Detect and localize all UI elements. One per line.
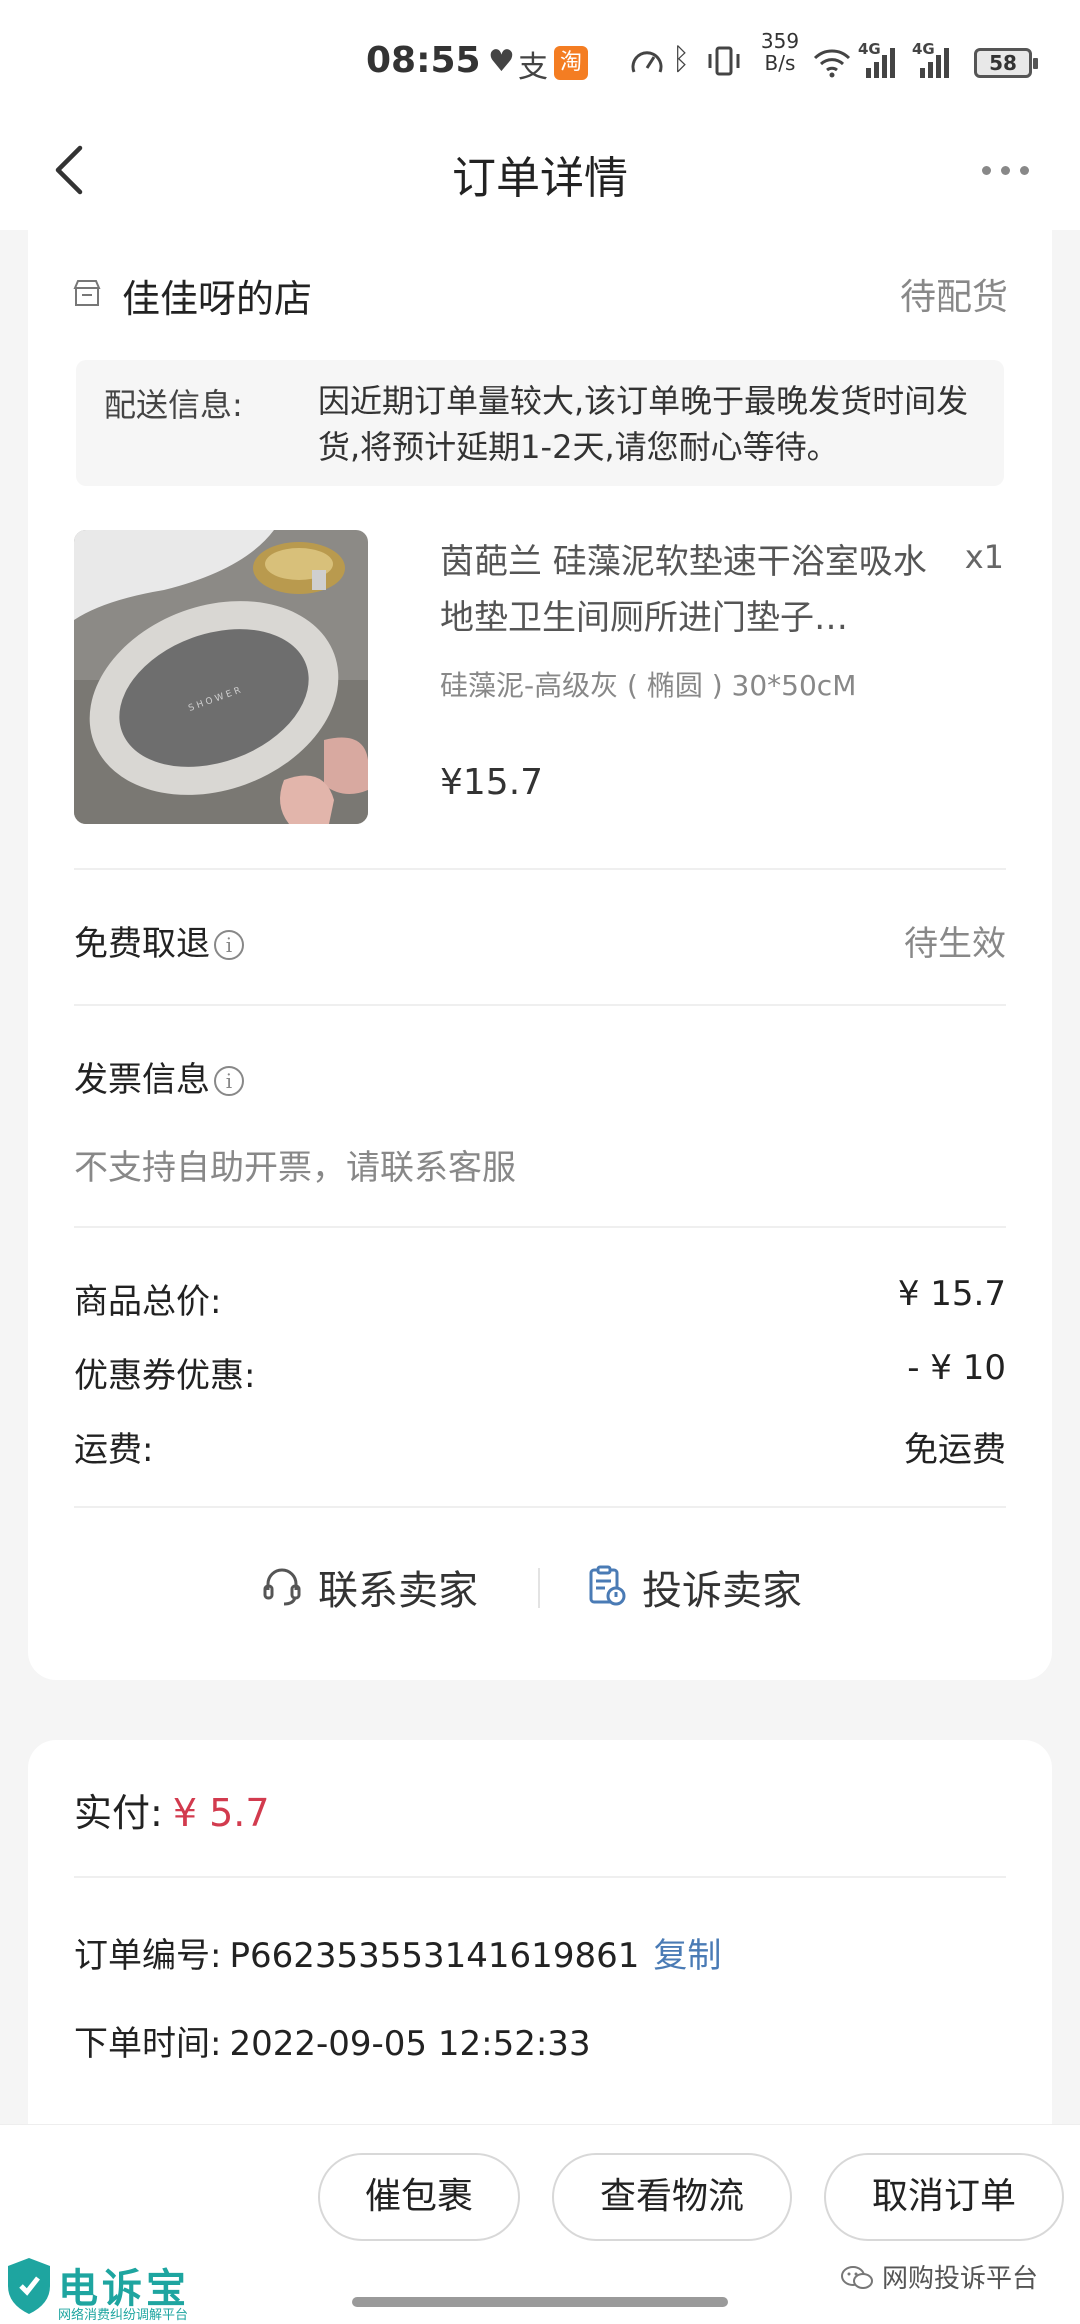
divider [74,1004,1006,1006]
status-bar: 08:55 ♥ 支 淘 ᛒ 359 B/s 4G 4G 58 [0,28,1080,98]
free-cancel-label-wrap: 免费取退 i [74,916,244,965]
summary-row: 运费: 免运费 [74,1422,1006,1472]
goods-total-value: ¥ 15.7 [897,1274,1006,1314]
delivery-label: 配送信息: [104,386,243,424]
order-card: 佳佳呀的店 待配货 配送信息: 因近期订单量较大,该订单晚于最晚发货时间发货,将… [28,230,1052,1680]
battery-icon: 58 [974,48,1038,78]
order-detail-screen: 08:55 ♥ 支 淘 ᛒ 359 B/s 4G 4G 58 订单详情 佳佳呀的… [0,0,1080,2324]
more-options-icon[interactable] [982,166,1030,176]
seller-actions: 联系卖家 投诉卖家 [28,1550,1052,1620]
page-title: 订单详情 [452,153,628,204]
signal-2-icon: 4G [912,40,949,78]
invoice-note-row: 不支持自助开票，请联系客服 [74,1140,1006,1190]
info-icon[interactable]: i [214,1066,244,1096]
shield-logo-icon [8,2258,50,2314]
watermark-left: 电诉宝 网络消费纠纷调解平台 [0,2256,210,2324]
wifi-icon [813,49,851,78]
info-icon[interactable]: i [214,930,244,960]
paid-label: 实付: [74,1791,163,1835]
wechat-icon [841,2266,873,2289]
vibrate-icon [708,46,740,76]
delivery-info: 配送信息: 因近期订单量较大,该订单晚于最晚发货时间发货,将预计延期1-2天,请… [76,360,1004,486]
order-time-row: 下单时间: 2022-09-05 12:52:33 [74,2016,591,2065]
store-icon [73,280,101,306]
watermark-subtitle: 网络消费纠纷调解平台 [58,2308,189,2323]
watermark-right: 网购投诉平台 [840,2258,1038,2295]
order-time-label: 下单时间: [74,2024,222,2064]
product-price: ¥15.7 [440,762,544,803]
speedometer-icon [631,51,663,73]
product-thumbnail[interactable]: S H O W E R [74,530,368,824]
copy-button[interactable]: 复制 [653,1936,721,1976]
product-name: 茵葩兰 硅藻泥软垫速干浴室吸水地垫卫生间厕所进门垫子… [440,542,927,638]
product-item[interactable]: S H O W E R 茵葩兰 硅藻泥软垫速干浴室吸水地垫卫生间厕所进门垫子… … [74,530,1004,826]
free-cancel-status: 待生效 [904,924,1006,964]
paid-amount: ¥ 5.7 [172,1791,270,1835]
goods-total-label: 商品总价: [74,1282,222,1322]
watermark-right-text: 网购投诉平台 [882,2264,1039,2294]
shop-name: 佳佳呀的店 [122,277,313,321]
complain-seller-label: 投诉卖家 [642,1568,802,1614]
contact-seller-label: 联系卖家 [318,1568,478,1614]
cancel-order-button[interactable]: 取消订单 [824,2153,1064,2241]
shipping-value: 免运费 [904,1430,1006,1470]
view-logistics-button[interactable]: 查看物流 [552,2153,792,2241]
invoice-label-wrap: 发票信息 i [74,1052,244,1101]
invoice-row: 发票信息 i [74,1052,1006,1102]
net-speed-value: 359 [760,29,800,53]
invoice-label: 发票信息 [74,1060,210,1100]
order-number-label: 订单编号: [74,1936,222,1976]
status-time: 08:55 [366,40,481,81]
product-quantity: x1 [964,538,1004,576]
summary-row: 优惠券优惠: - ¥ 10 [74,1348,1006,1398]
headset-icon [263,1568,301,1606]
paid-row: 实付: ¥ 5.7 [74,1782,270,1837]
action-separator [538,1568,540,1608]
invoice-note: 不支持自助开票，请联系客服 [74,1148,516,1188]
coupon-value: - ¥ 10 [907,1348,1006,1388]
delivery-message: 因近期订单量较大,该订单晚于最晚发货时间发货,将预计延期1-2天,请您耐心等待。 [318,382,969,466]
order-time: 2022-09-05 12:52:33 [229,2024,591,2064]
signal-1-label: 4G [858,40,881,58]
nav-header: 订单详情 [0,120,1080,220]
order-number-row: 订单编号: P662353553141619861 复制 [74,1928,721,1977]
signal-2-label: 4G [912,40,935,58]
coupon-label: 优惠券优惠: [74,1356,256,1396]
order-status: 待配货 [899,277,1008,318]
heart-icon: ♥ [488,44,515,79]
complaint-clipboard-icon [589,1565,626,1606]
product-spec: 硅藻泥-高级灰 ( 椭圆 ) 30*50cM [440,669,857,702]
divider [74,1226,1006,1228]
net-speed: 359 B/s [758,30,802,74]
payment-card: 实付: ¥ 5.7 订单编号: P662353553141619861 复制 下单时间… [28,1740,1052,2140]
free-cancel-row[interactable]: 免费取退 i 待生效 [74,916,1006,966]
bath-mat-photo: S H O W E R [74,530,368,824]
divider [74,868,1006,870]
taobao-icon: 淘 [554,46,588,80]
free-cancel-label: 免费取退 [74,924,210,964]
divider [74,1876,1006,1878]
urge-package-button[interactable]: 催包裹 [318,2153,520,2241]
summary-row: 商品总价: ¥ 15.7 [74,1274,1006,1324]
shipping-label: 运费: [74,1430,154,1470]
net-speed-unit: B/s [764,51,796,75]
divider [74,1506,1006,1508]
order-number: P662353553141619861 [229,1936,640,1976]
signal-1-icon: 4G [858,40,895,78]
home-indicator[interactable] [352,2297,728,2307]
top-area: 08:55 ♥ 支 淘 ᛒ 359 B/s 4G 4G 58 订单详情 [0,0,1080,230]
bluetooth-icon: ᛒ [672,42,690,77]
alipay-icon: 支 [518,50,548,85]
